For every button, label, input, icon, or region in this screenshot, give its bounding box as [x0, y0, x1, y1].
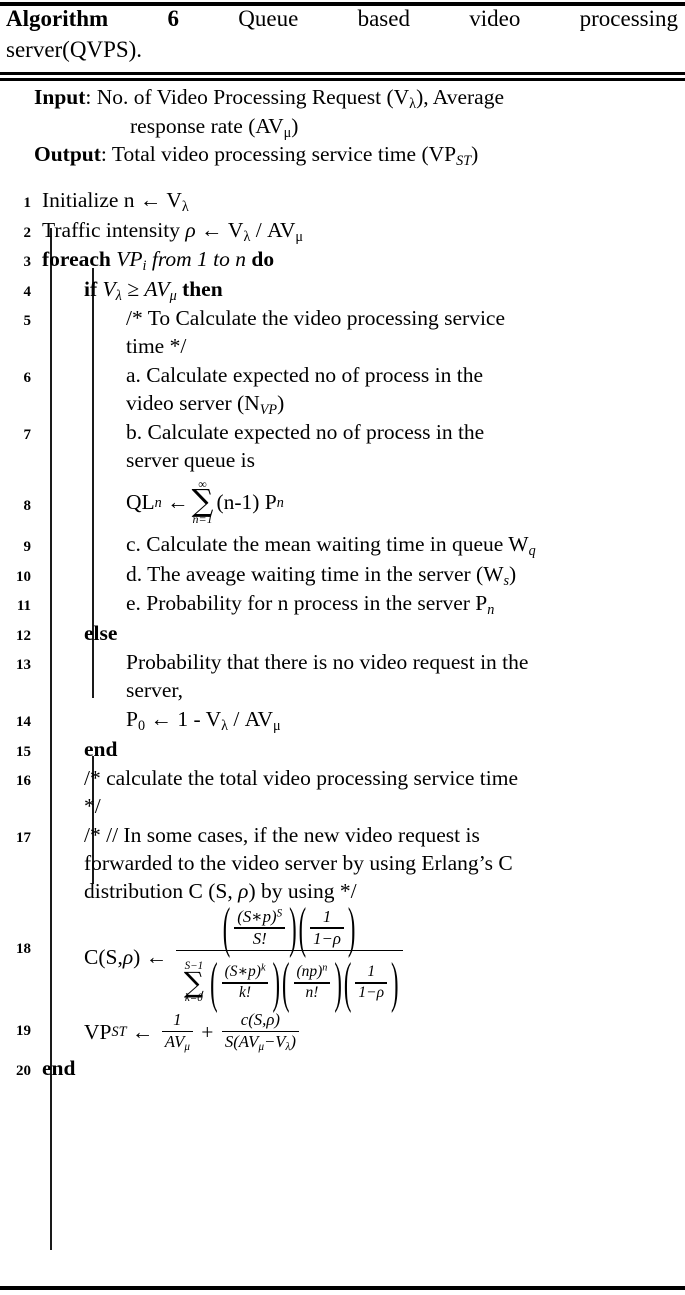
vpst-formula: VP ST ← 1 AVμ + c(S,ρ) S(AVμ−Vλ): [84, 1011, 302, 1053]
line-content: VP ST ← 1 AVμ + c(S,ρ) S(AVμ−Vλ): [34, 1008, 685, 1054]
line-number: 18: [16, 941, 31, 958]
algorithm-line-5: 5 /* To Calculate the video processing s…: [0, 304, 685, 361]
algorithm-line-12: 12 else: [0, 619, 685, 649]
algorithm-block: Algorithm 6 Queue based video processing…: [0, 0, 685, 1295]
line-number: 13: [16, 657, 31, 674]
line-content: c. Calculate the mean waiting time in qu…: [126, 532, 536, 560]
line-number: 8: [23, 498, 32, 515]
line-content: QL n ← ∞ ∑ n=1 (n-1) Pn: [126, 477, 284, 527]
line-content: b. Calculate expected no of process in t…: [126, 420, 485, 472]
line-content: a. Calculate expected no of process in t…: [126, 363, 483, 418]
line-number: 5: [23, 313, 32, 330]
algorithm-line-17: 17 /* // In some cases, if the new video…: [0, 821, 685, 906]
input-row: Input: No. of Video Processing Request (…: [34, 85, 505, 112]
line-content: d. The aveage waiting time in the server…: [126, 561, 517, 589]
line-number: 15: [16, 743, 31, 760]
summation-operator: ∞ ∑ n=1: [191, 477, 214, 527]
line-number: 20: [16, 1063, 31, 1080]
line-content: Traffic intensity ρ ← Vλ / AVμ: [42, 217, 303, 245]
line-content: /* To Calculate the video processing ser…: [126, 306, 506, 358]
algorithm-line-7: 7 b. Calculate expected no of process in…: [0, 418, 685, 475]
summation-operator: S−1 ∑ k=0: [183, 960, 204, 1005]
line-content: /* // In some cases, if the new video re…: [84, 823, 513, 903]
algorithm-line-15: 15 end: [0, 735, 685, 765]
input-row-continued: response rate (AVμ): [130, 114, 299, 141]
line-number: 6: [23, 370, 32, 387]
line-content: foreach VPi from 1 to n do: [42, 247, 275, 274]
line-number: 19: [16, 1023, 31, 1040]
algorithm-line-14: 14 P0 ← 1 - Vλ / AVμ: [0, 705, 685, 735]
line-number: 7: [23, 427, 32, 444]
algorithm-line-2: 2 Traffic intensity ρ ← Vλ / AVμ: [0, 216, 685, 246]
line-content: Initialize n ← Vλ: [42, 188, 189, 215]
algorithm-line-11: 11 e. Probability for n process in the s…: [0, 589, 685, 619]
line-number: 10: [16, 568, 31, 585]
line-content: C(S, ρ) ← ( (S∗p)S S! )( 1 1−ρ ) S−1 ∑ k…: [34, 895, 685, 1013]
algorithm-line-4: 4 if Vλ ≥ AVμ then: [0, 275, 685, 305]
line-content: Probability that there is no video reque…: [126, 650, 529, 702]
output-label: Output: [34, 141, 101, 166]
algorithm-line-1: 1 Initialize n ← Vλ: [0, 186, 685, 216]
algorithm-line-10: 10 d. The aveage waiting time in the ser…: [0, 560, 685, 590]
output-row: Output: Total video processing service t…: [34, 141, 479, 169]
algorithm-body: 1 Initialize n ← Vλ 2 Traffic intensity …: [0, 186, 685, 1250]
line-number: 11: [16, 598, 31, 615]
bottom-rule: [0, 1286, 685, 1290]
erlang-c-denominator: S−1 ∑ k=0 ( (S∗p)k k! )( (np)n n! )( 1 1−ρ …: [176, 951, 403, 1013]
erlang-c-fraction: ( (S∗p)S S! )( 1 1−ρ ) S−1 ∑ k=0 ((S∗p)…: [175, 895, 403, 1013]
erlang-c-formula: C(S, ρ) ← ( (S∗p)S S! )( 1 1−ρ ) S−1 ∑ k…: [84, 895, 406, 1013]
input-label: Input: [34, 85, 86, 109]
algorithm-line-19: 19 VP ST ← 1 AVμ + c(S,ρ) S(AVμ−Vλ): [0, 1008, 685, 1054]
algorithm-line-8: 8 QL n ← ∞ ∑ n=1 (n-1) Pn: [0, 475, 685, 530]
io-block: Input: No. of Video Processing Request (…: [34, 84, 679, 170]
line-content: end: [84, 736, 118, 761]
algorithm-line-6: 6 a. Calculate expected no of process in…: [0, 361, 685, 418]
line-content: /* calculate the total video processing …: [84, 766, 519, 818]
line-number: 3: [23, 254, 32, 271]
algorithm-title-caption-line2: server(QVPS).: [6, 36, 143, 62]
line-content: P0 ← 1 - Vλ / AVμ: [126, 707, 281, 735]
line-content: if Vλ ≥ AVμ then: [84, 276, 223, 304]
line-number: 14: [16, 714, 31, 731]
algorithm-title-label: Algorithm: [6, 6, 109, 31]
algorithm-line-16: 16 /* calculate the total video processi…: [0, 764, 685, 821]
algorithm-title-number: 6: [167, 6, 180, 31]
algorithm-line-3: 3 foreach VPi from 1 to n do: [0, 245, 685, 275]
line-number: 12: [16, 627, 31, 644]
line-number: 2: [23, 224, 32, 241]
line-number: 9: [23, 539, 32, 556]
line-number: 4: [23, 283, 32, 300]
header-rule-lower: [0, 78, 685, 81]
algorithm-line-9: 9 c. Calculate the mean waiting time in …: [0, 530, 685, 560]
algorithm-line-20: 20 end: [0, 1054, 685, 1084]
algorithm-line-13: 13 Probability that there is no video re…: [0, 648, 685, 705]
line-number: 1: [23, 195, 32, 211]
line-content: else: [84, 620, 118, 645]
line-content: end: [42, 1056, 76, 1081]
algorithm-line-18: 18 C(S, ρ) ← ( (S∗p)S S! )( 1 1−ρ ) S−1 …: [0, 895, 685, 1013]
line-number: 17: [16, 830, 31, 847]
line-content: e. Probability for n process in the serv…: [126, 591, 495, 619]
algorithm-title: Algorithm 6 Queue based video processing…: [6, 4, 678, 65]
line-number: 16: [16, 773, 31, 790]
header-rule-upper: [0, 72, 685, 75]
erlang-c-numerator: ( (S∗p)S S! )( 1 1−ρ ): [222, 895, 356, 959]
algorithm-title-caption-line1: Queue based video processing: [238, 6, 678, 31]
